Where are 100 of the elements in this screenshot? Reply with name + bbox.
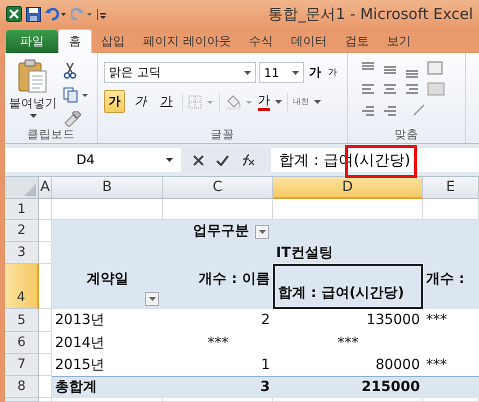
table-cell[interactable]: 합계 : 급여(시간당) (273, 264, 423, 309)
caret-icon (244, 70, 251, 74)
save-icon[interactable] (26, 6, 41, 22)
font-size-button[interactable]: 가 (307, 64, 323, 81)
font-size-field[interactable]: 11 (259, 62, 304, 83)
cell-text: 2015년 (55, 356, 105, 374)
caret-icon (314, 100, 321, 104)
name-box[interactable]: D4 (5, 148, 181, 172)
table-cell[interactable] (52, 398, 163, 402)
table-cell[interactable]: 개수 : 이름 (163, 264, 273, 309)
table-cell[interactable] (423, 376, 479, 398)
table-cell[interactable]: 계약일 (52, 264, 163, 309)
font-style-button[interactable]: 가 (130, 90, 151, 113)
font-style-button[interactable]: 가 (156, 90, 177, 113)
cell-text: 135000 (366, 312, 420, 329)
table-cell[interactable]: 업무구분 (163, 220, 273, 242)
table-cell[interactable] (423, 398, 479, 402)
copy-icon[interactable] (63, 87, 89, 103)
ribbon-tab[interactable]: 데이터 (282, 30, 336, 53)
table-cell[interactable]: *** (423, 354, 479, 376)
row-header[interactable]: 4 (5, 264, 39, 309)
table-cell[interactable] (163, 398, 273, 402)
cell-text: 개수 : (426, 271, 464, 288)
font-style-button[interactable]: 가 (104, 90, 125, 113)
column-header[interactable]: C (163, 177, 273, 199)
table-cell[interactable]: IT컨설팅 (273, 242, 423, 264)
table-cell[interactable]: 2015년 (52, 354, 163, 376)
group-label: 글꼴 (210, 127, 236, 142)
table-cell[interactable]: *** (423, 309, 479, 332)
cell-text: *** (426, 312, 447, 329)
cell-text: 2 (261, 312, 270, 329)
cell-text: *** (426, 356, 447, 374)
cell-text: 업무구분 (193, 222, 249, 240)
paste-button[interactable]: 붙여넣기 (9, 57, 57, 127)
fill-bucket-icon[interactable] (225, 94, 253, 110)
ribbon-tab[interactable]: 삽입 (92, 30, 134, 53)
cell-text: *** (208, 334, 228, 352)
row-header[interactable]: 1 (5, 199, 39, 220)
font-size-button[interactable]: 가 (326, 66, 339, 79)
row-header[interactable]: 8 (5, 376, 39, 398)
ribbon-tab[interactable]: 검토 (336, 30, 378, 53)
table-cell[interactable]: 개수 : (423, 264, 479, 309)
column-header[interactable]: B (52, 177, 163, 199)
filter-dropdown-button[interactable] (145, 292, 159, 306)
cancel-icon[interactable] (193, 154, 204, 166)
borders-icon[interactable] (188, 94, 214, 108)
table-cell[interactable]: 2013년 (52, 309, 163, 332)
row-header[interactable] (5, 398, 39, 402)
font-name-field[interactable]: 맑은 고딕 (104, 62, 256, 83)
group-label: 클립보드 (26, 127, 76, 142)
table-cell[interactable]: 135000 (273, 309, 423, 332)
window-title: 통합_문서1 - Microsoft Excel (268, 4, 474, 24)
cell-text: 3 (260, 379, 270, 396)
table-cell[interactable] (39, 332, 52, 354)
ribbon-tab[interactable]: 홈 (58, 29, 92, 53)
check-icon[interactable] (216, 154, 229, 166)
table-cell[interactable] (39, 398, 52, 402)
table-cell[interactable]: 3 (163, 376, 273, 398)
cell-text: 2014년 (55, 334, 105, 352)
format-painter-icon[interactable] (63, 111, 81, 127)
cell-text: 215000 (362, 379, 420, 396)
insert-function-icon[interactable] (241, 154, 255, 166)
table-cell[interactable]: 80000 (273, 354, 423, 376)
row-header[interactable]: 5 (5, 309, 39, 332)
phonetic-button[interactable]: 내천 (293, 97, 309, 106)
table-cell[interactable]: 215000 (273, 376, 423, 398)
table-cell[interactable]: *** (273, 332, 423, 354)
select-all-icon[interactable] (24, 184, 36, 196)
cell-text: 2013년 (55, 312, 105, 329)
row-header[interactable]: 3 (5, 242, 39, 264)
cell-text: 총합계 (55, 379, 97, 396)
ribbon-tab[interactable]: 보기 (378, 30, 420, 53)
column-header[interactable]: E (423, 177, 479, 199)
scissors-icon[interactable] (63, 63, 77, 79)
table-cell[interactable] (39, 199, 52, 220)
table-cell[interactable]: 2014년 (52, 332, 163, 354)
cell-text: 계약일 (86, 271, 128, 288)
column-header[interactable]: A (39, 177, 52, 199)
table-cell[interactable]: 2 (163, 309, 273, 332)
table-cell[interactable] (39, 354, 52, 376)
excel-logo-icon (6, 6, 22, 22)
filter-dropdown-button[interactable] (255, 225, 269, 239)
row-header[interactable]: 2 (5, 220, 39, 242)
column-header[interactable]: D (273, 177, 423, 199)
table-cell[interactable] (273, 398, 423, 402)
ribbon-tab[interactable]: 파일 (6, 30, 58, 53)
cell-text: IT컨설팅 (276, 244, 333, 262)
font-color-button[interactable]: 가 (258, 92, 270, 110)
ribbon-tab[interactable]: 수식 (240, 30, 282, 53)
caret-icon (275, 100, 282, 104)
customize-toolbar-icon[interactable] (97, 7, 107, 21)
table-cell[interactable]: 1 (163, 354, 273, 376)
row-header[interactable]: 6 (5, 332, 39, 354)
table-cell[interactable] (39, 309, 52, 332)
undo-icon[interactable] (45, 7, 67, 21)
caret-icon (166, 158, 173, 162)
table-cell[interactable]: *** (163, 332, 273, 354)
row-header[interactable]: 7 (5, 354, 39, 376)
table-cell[interactable]: 총합계 (52, 376, 163, 398)
ribbon-tab[interactable]: 페이지 레이아웃 (134, 30, 240, 53)
